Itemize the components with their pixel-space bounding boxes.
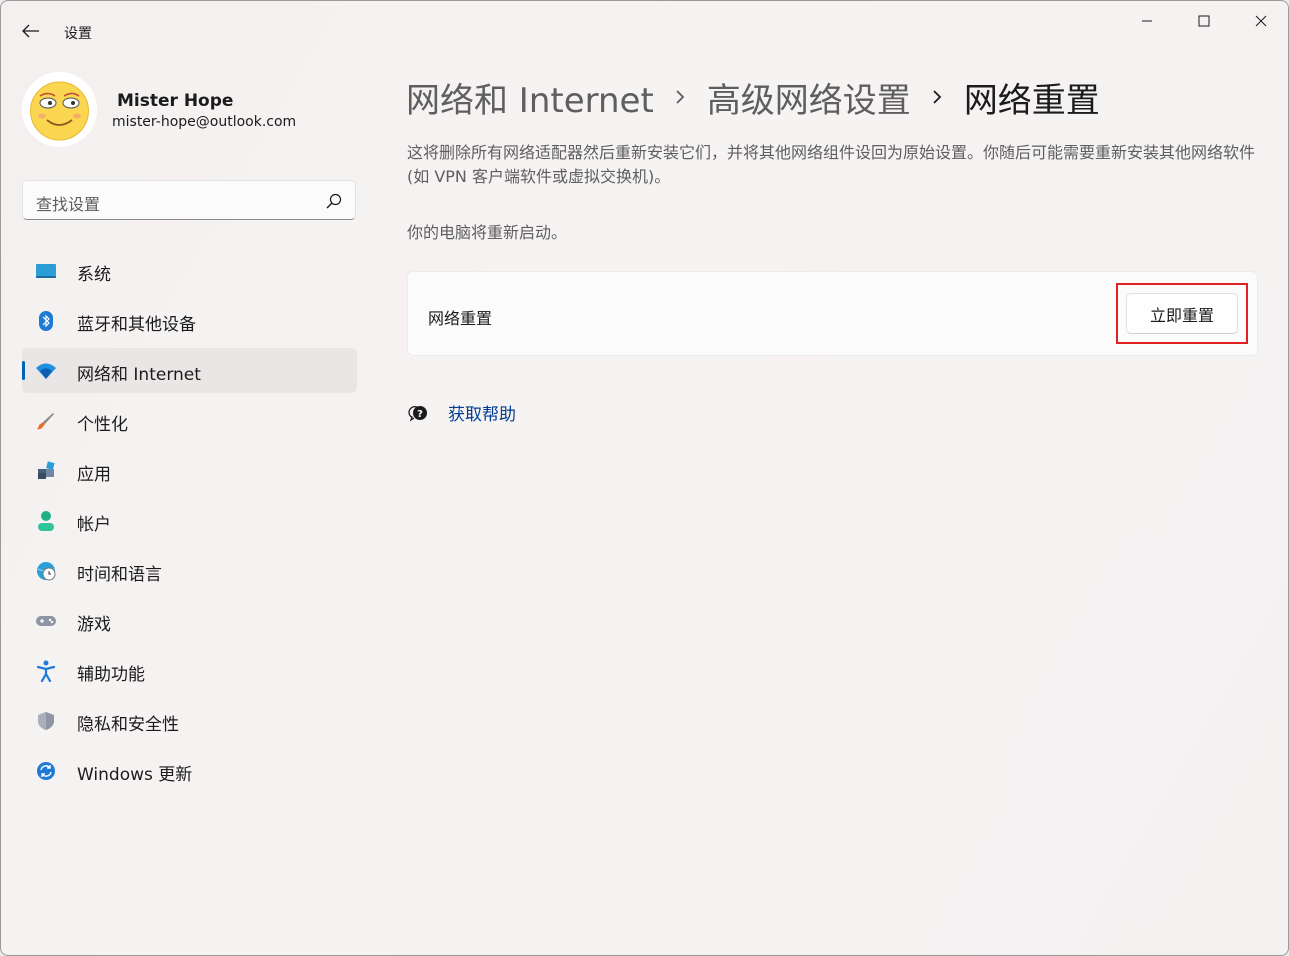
- sidebar-item-apps[interactable]: 应用: [22, 448, 357, 493]
- arrow-left-icon: [22, 24, 39, 38]
- maximize-button[interactable]: [1175, 1, 1232, 41]
- avatar: [22, 72, 97, 147]
- sidebar-item-label: 隐私和安全性: [77, 715, 179, 735]
- user-email: mister-hope@outlook.com: [112, 114, 297, 130]
- sidebar-item-label: 蓝牙和其他设备: [77, 315, 196, 335]
- get-help-link[interactable]: 获取帮助: [448, 400, 516, 425]
- sidebar-item-time-language[interactable]: 时间和语言: [22, 548, 357, 593]
- chevron-right-icon: [911, 87, 964, 107]
- svg-text:?: ?: [417, 409, 423, 420]
- help-chat-icon: ?: [408, 406, 427, 422]
- bluetooth-icon: [35, 310, 57, 332]
- globe-clock-icon: [35, 560, 57, 582]
- search-icon[interactable]: [325, 192, 343, 210]
- sidebar-item-accessibility[interactable]: 辅助功能: [22, 648, 357, 693]
- network-reset-card: 网络重置 立即重置: [407, 271, 1258, 356]
- sidebar-item-windows-update[interactable]: Windows 更新: [22, 748, 357, 793]
- sidebar-item-privacy[interactable]: 隐私和安全性: [22, 698, 357, 743]
- chevron-right-icon: [654, 87, 707, 107]
- sidebar-item-label: 帐户: [77, 515, 111, 535]
- shield-icon: [35, 710, 57, 732]
- close-button[interactable]: [1232, 1, 1288, 41]
- sidebar-item-bluetooth[interactable]: 蓝牙和其他设备: [22, 298, 357, 343]
- brush-icon: [35, 410, 57, 432]
- sidebar-nav: 系统 蓝牙和其他设备 网络和 Internet 个性化 应用 帐户 时间和语言 …: [22, 248, 357, 798]
- active-indicator: [22, 361, 25, 380]
- breadcrumb-network[interactable]: 网络和 Internet: [406, 73, 654, 122]
- card-label: 网络重置: [428, 309, 493, 328]
- sidebar-item-label: 应用: [77, 465, 111, 485]
- apps-icon: [35, 460, 57, 482]
- gamepad-icon: [35, 610, 57, 632]
- sidebar-item-label: 游戏: [77, 615, 111, 635]
- minimize-icon: [1141, 20, 1152, 22]
- breadcrumb-advanced-network[interactable]: 高级网络设置: [707, 73, 911, 122]
- sidebar-item-gaming[interactable]: 游戏: [22, 598, 357, 643]
- close-icon: [1255, 15, 1266, 27]
- user-profile[interactable]: Mister Hope mister-hope@outlook.com: [22, 72, 362, 148]
- maximize-icon: [1198, 15, 1209, 27]
- get-help[interactable]: ? 获取帮助: [406, 399, 516, 425]
- accessibility-icon: [35, 660, 57, 682]
- sidebar-item-network[interactable]: 网络和 Internet: [22, 348, 357, 393]
- account-icon: [35, 510, 57, 532]
- wifi-icon: [35, 360, 57, 382]
- sidebar-item-label: 时间和语言: [77, 565, 162, 585]
- back-button[interactable]: [11, 15, 51, 47]
- search-input[interactable]: 查找设置: [22, 180, 356, 220]
- sidebar-item-label: 个性化: [77, 415, 128, 435]
- update-icon: [35, 760, 57, 782]
- minimize-button[interactable]: [1118, 1, 1175, 41]
- title-bar: 设置: [1, 1, 1288, 49]
- user-name: Mister Hope: [117, 91, 234, 111]
- reset-description: 这将删除所有网络适配器然后重新安装它们，并将其他网络组件设回为原始设置。你随后可…: [407, 143, 1256, 186]
- smiley-face-icon: [22, 72, 97, 147]
- sidebar-item-label: Windows 更新: [77, 765, 193, 785]
- settings-window: 设置 Mister Hope mister-hope@outlook.com 查…: [0, 0, 1289, 956]
- sidebar-item-accounts[interactable]: 帐户: [22, 498, 357, 543]
- restart-note: 你的电脑将重新启动。: [407, 223, 568, 242]
- sidebar-item-label: 系统: [77, 265, 111, 285]
- breadcrumb: 网络和 Internet 高级网络设置 网络重置: [406, 71, 1100, 123]
- app-title: 设置: [64, 26, 92, 42]
- sidebar-item-personalization[interactable]: 个性化: [22, 398, 357, 443]
- sidebar-item-system[interactable]: 系统: [22, 248, 357, 293]
- system-icon: [35, 260, 57, 282]
- sidebar-item-label: 网络和 Internet: [77, 365, 201, 385]
- page-title: 网络重置: [963, 80, 1100, 121]
- search-placeholder: 查找设置: [36, 195, 101, 214]
- reset-now-button[interactable]: 立即重置: [1126, 293, 1238, 334]
- sidebar-item-label: 辅助功能: [77, 665, 145, 685]
